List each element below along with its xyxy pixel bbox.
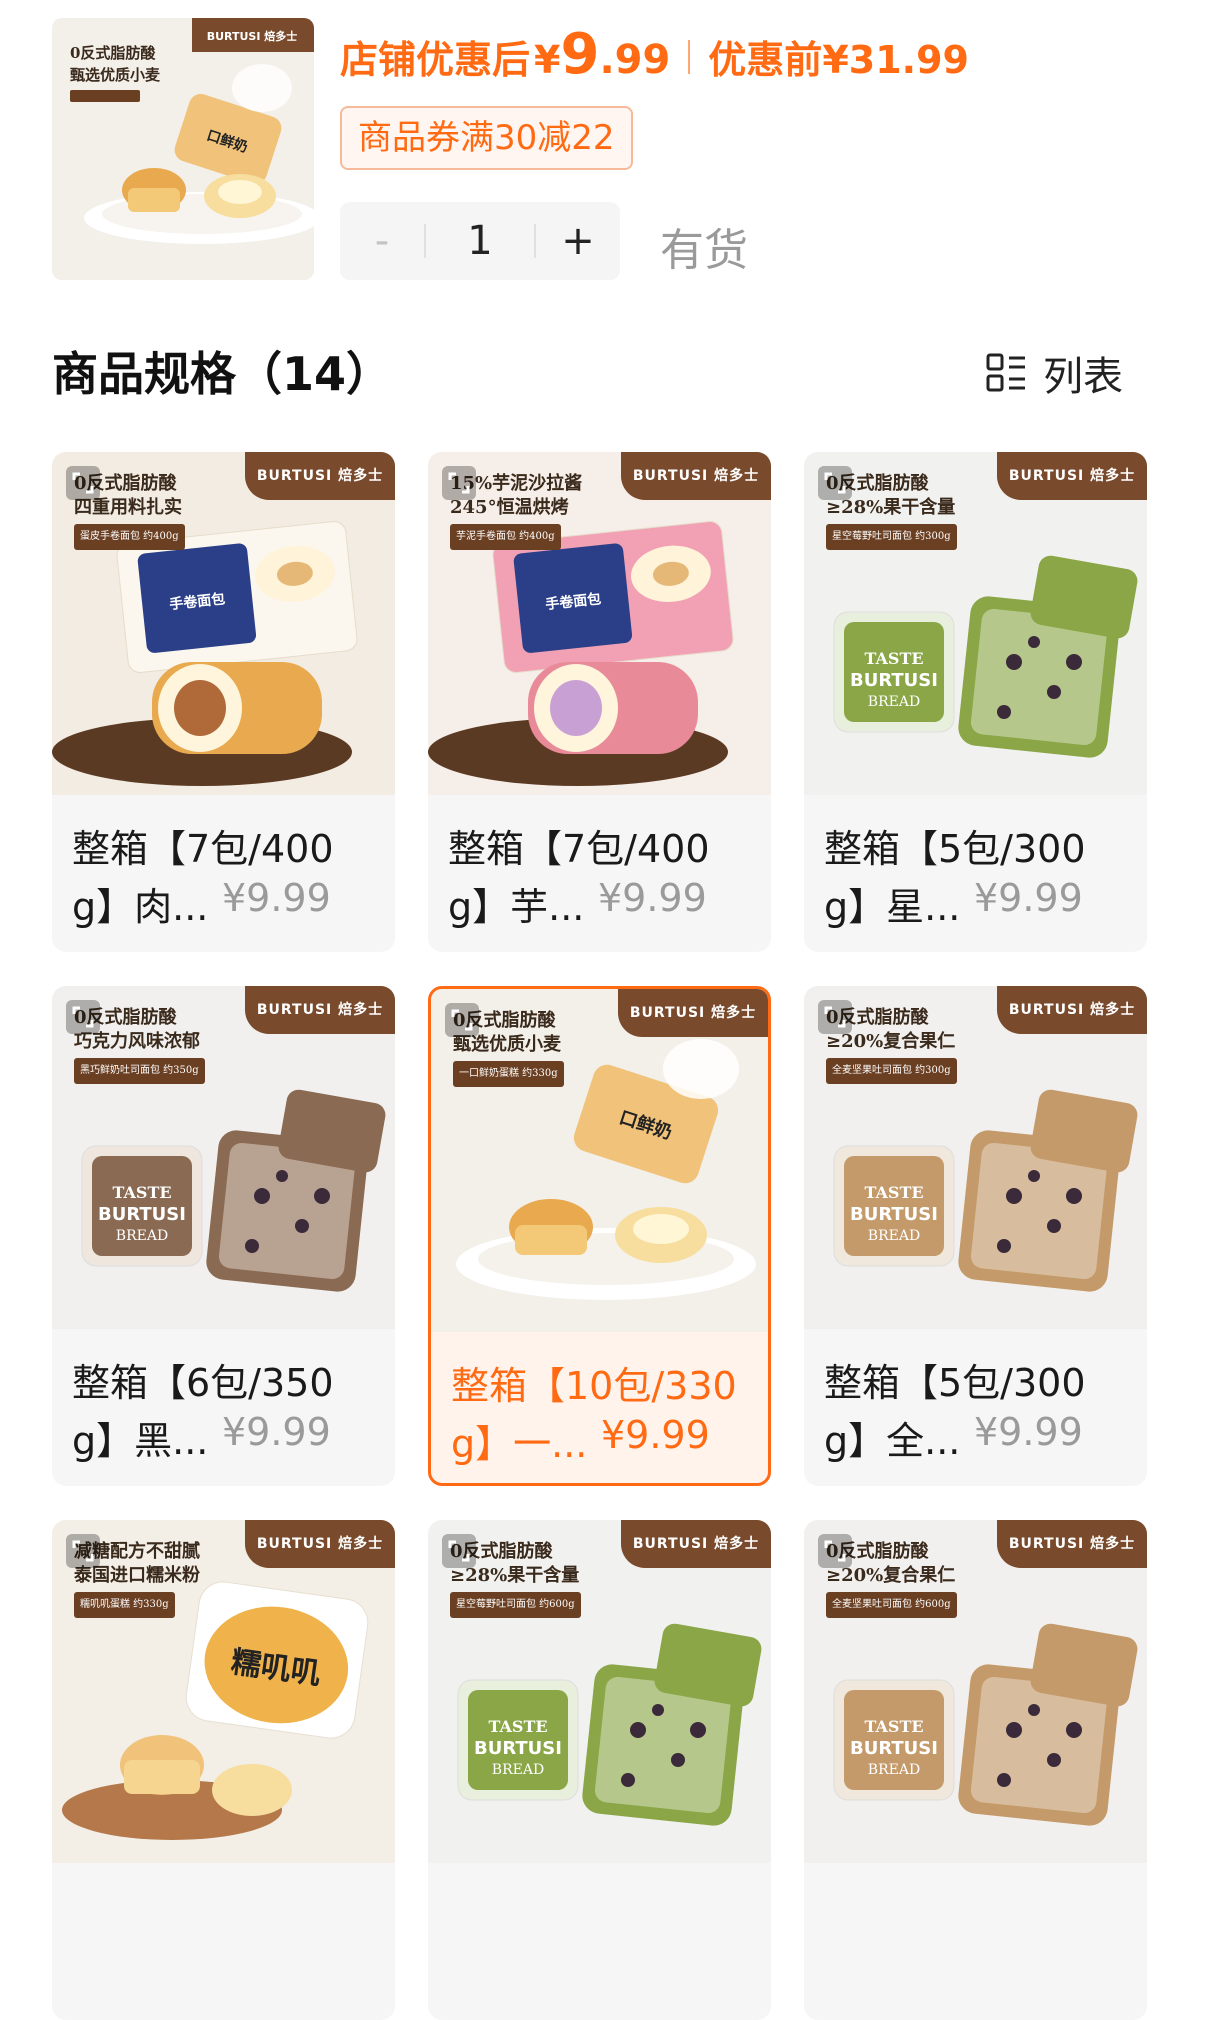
sku-card[interactable]: TASTE BURTUSI BREAD 0反式脂肪酸 ≥20%复合果仁 全麦坚果… [804,986,1147,1486]
tagline-spec: 全麦坚果吐司面包 约600g [826,1592,957,1618]
sku-card[interactable]: TASTE BURTUSI BREAD 0反式脂肪酸 ≥20%复合果仁 全麦坚果… [804,1520,1147,2020]
svg-text:0反式脂肪酸: 0反式脂肪酸 [70,44,156,62]
sku-name-line-1: 整箱【5包/300 [824,1361,1086,1405]
tagline-spec: 一口鲜奶蛋糕 约330g [453,1061,564,1087]
spec-section-title: 商品规格（14） [52,347,393,401]
expand-icon[interactable] [818,1534,852,1568]
coupon-badge[interactable]: 商品券满30减22 [340,106,633,170]
sku-card[interactable]: TASTE BURTUSI BREAD 0反式脂肪酸 ≥28%果干含量 星空莓野… [428,1520,771,2020]
expand-icon[interactable] [818,466,852,500]
price-decimal: .99 [599,37,671,83]
expand-icon[interactable] [66,1534,100,1568]
original-price-label: 优惠前 [708,38,823,82]
svg-text:TASTE: TASTE [112,1183,171,1202]
sku-price: ¥9.99 [601,1413,710,1457]
brand-badge: BURTUSI 焙多士 [997,452,1147,500]
sku-name-line-1: 整箱【7包/400 [72,827,334,871]
tagline-spec: 全麦坚果吐司面包 约300g [826,1058,957,1084]
svg-text:BURTUSI: BURTUSI [98,1204,186,1225]
svg-text:BREAD: BREAD [492,1762,544,1778]
list-view-toggle[interactable]: 列表 [985,344,1123,402]
sku-card[interactable]: TASTE BURTUSI BREAD 0反式脂肪酸 ≥28%果干含量 星空莓野… [804,452,1147,952]
brand-badge: BURTUSI 焙多士 [618,989,768,1037]
sku-card[interactable]: 口鲜奶 0反式脂肪酸 甄选优质小麦 一口鲜奶蛋糕 约330g BURTUSI 焙多… [428,986,771,1486]
stock-status: 有货 [660,225,748,276]
svg-text:BURTUSI: BURTUSI [850,670,938,691]
tagline-spec: 黑巧鲜奶吐司面包 约350g [74,1058,205,1084]
list-view-icon [986,353,1025,392]
price-integer: 9 [560,22,600,87]
sku-card[interactable]: 糯叽叽 减糖配方不甜腻 泰国进口糯米粉 糯叽叽蛋糕 约330g BURTUSI 焙… [52,1520,395,2020]
expand-icon[interactable] [445,1003,479,1037]
tagline-spec: 芋泥手卷面包 约400g [450,524,561,550]
discount-price-label: 店铺优惠后 [340,38,531,82]
tagline-spec: 蛋皮手卷面包 约400g [74,524,185,550]
sku-card[interactable]: TASTE BURTUSI BREAD 0反式脂肪酸 巧克力风味浓郁 黑巧鲜奶吐… [52,986,395,1486]
sku-name-line-2: g】黑... [72,1419,209,1463]
brand-badge: BURTUSI 焙多士 [621,452,771,500]
svg-text:BREAD: BREAD [868,1762,920,1778]
expand-icon[interactable] [66,1000,100,1034]
sku-name-line-1: 整箱【7包/400 [448,827,710,871]
brand-badge: BURTUSI 焙多士 [997,986,1147,1034]
brand-badge: BURTUSI 焙多士 [997,1520,1147,1568]
svg-text:BURTUSI: BURTUSI [850,1738,938,1759]
svg-text:BREAD: BREAD [116,1228,168,1244]
sku-card[interactable]: 手卷面包 15%芋泥沙拉酱 245°恒温烘烤 芋泥手卷面包 约400g BURTU… [428,452,771,952]
tagline-spec: 糯叽叽蛋糕 约330g [74,1592,175,1618]
expand-icon[interactable] [442,1534,476,1568]
sku-name-line-1: 整箱【5包/300 [824,827,1086,871]
increase-quantity-button[interactable]: + [536,202,620,280]
sku-name-line-2: g】肉... [72,885,209,929]
sku-name-line-2: g】全... [824,1419,961,1463]
expand-icon[interactable] [66,466,100,500]
svg-text:BURTUSI: BURTUSI [850,1204,938,1225]
selected-product-thumbnail[interactable]: BURTUSI 焙多士 0反式脂肪酸 甄选优质小麦 口鲜奶 [52,18,314,280]
svg-text:BREAD: BREAD [868,1228,920,1244]
svg-text:TASTE: TASTE [488,1717,547,1736]
cake-product-image: BURTUSI 焙多士 0反式脂肪酸 甄选优质小麦 口鲜奶 [52,18,314,280]
currency-symbol: ¥ [534,38,561,82]
decrease-quantity-button[interactable]: - [340,202,424,280]
sku-name-line-1: 整箱【6包/350 [72,1361,334,1405]
svg-text:TASTE: TASTE [864,649,923,668]
price-divider [688,40,691,74]
brand-badge: BURTUSI 焙多士 [245,986,395,1034]
expand-icon[interactable] [442,466,476,500]
svg-text:BREAD: BREAD [868,694,920,710]
quantity-value[interactable]: 1 [426,218,534,264]
sku-price: ¥9.99 [974,876,1083,920]
price-line: 店铺优惠后 ¥ 9 .99 优惠前 ¥31.99 [340,22,969,92]
svg-text:BURTUSI: BURTUSI [474,1738,562,1759]
svg-text:甄选优质小麦: 甄选优质小麦 [70,66,161,84]
brand-badge: BURTUSI 焙多士 [621,1520,771,1568]
sku-name-line-2: g】星... [824,885,961,929]
svg-text:BURTUSI 焙多士: BURTUSI 焙多士 [207,29,298,43]
sku-price: ¥9.99 [598,876,707,920]
sku-card[interactable]: 手卷面包 0反式脂肪酸 四重用料扎实 蛋皮手卷面包 约400g BURTUSI 焙… [52,452,395,952]
sku-name-line-2: g】一... [451,1422,588,1466]
brand-badge: BURTUSI 焙多士 [245,452,395,500]
sku-price: ¥9.99 [222,1410,331,1454]
sku-name-line-2: g】芋... [448,885,585,929]
expand-icon[interactable] [818,1000,852,1034]
svg-text:TASTE: TASTE [864,1183,923,1202]
sku-price: ¥9.99 [222,876,331,920]
sku-price: ¥9.99 [974,1410,1083,1454]
brand-badge: BURTUSI 焙多士 [245,1520,395,1568]
original-price: ¥31.99 [822,38,969,82]
svg-text:TASTE: TASTE [864,1717,923,1736]
tagline-spec: 星空莓野吐司面包 约300g [826,524,957,550]
list-view-label: 列表 [1043,354,1123,400]
tagline-spec: 星空莓野吐司面包 约600g [450,1592,581,1618]
quantity-stepper: - 1 + [340,202,620,280]
sku-name-line-1: 整箱【10包/330 [451,1364,737,1408]
